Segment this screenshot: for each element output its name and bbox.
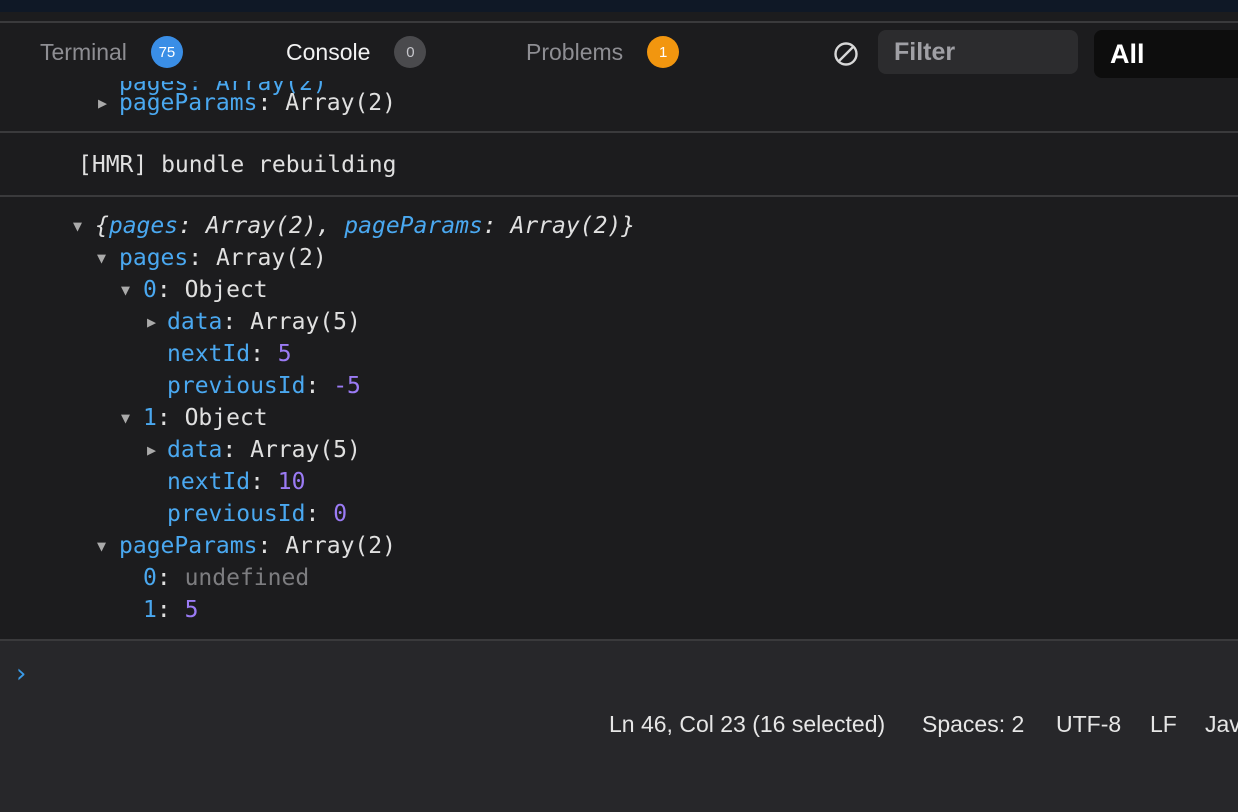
pages-item: 0: Object — [143, 277, 268, 303]
nextid-property: nextId: 5 — [167, 341, 292, 367]
log-separator — [0, 131, 1238, 133]
nextid-property: nextId: 10 — [167, 469, 306, 495]
collapse-arrow-icon[interactable]: ▼ — [97, 530, 106, 562]
previousid-property: previousId: -5 — [167, 373, 361, 399]
tab-problems[interactable]: Problems 1 — [526, 28, 680, 76]
object-summary: {pages: Array(2), pageParams: Array(2)} — [95, 213, 636, 239]
status-language-mode[interactable]: Jav — [1205, 711, 1238, 738]
console-input-area[interactable]: › Ln 46, Col 23 (16 selected) Spaces: 2 … — [0, 639, 1238, 812]
data-property: data: Array(5) — [167, 309, 361, 335]
status-line-ending[interactable]: LF — [1150, 711, 1177, 738]
collapse-arrow-icon[interactable]: ▼ — [121, 274, 130, 306]
status-indentation[interactable]: Spaces: 2 — [922, 711, 1024, 738]
collapse-arrow-icon[interactable]: ▼ — [73, 210, 82, 242]
log-level-select[interactable]: All — [1094, 30, 1238, 78]
prompt-chevron-icon: › — [16, 659, 27, 689]
console-output[interactable]: pages: Array(2) ▶ pageParams: Array(2) [… — [0, 81, 1238, 639]
log-separator — [0, 195, 1238, 197]
tab-terminal[interactable]: Terminal 75 — [40, 28, 183, 76]
pageparams-item: 1: 5 — [143, 597, 199, 623]
problems-count-badge: 1 — [647, 36, 680, 68]
console-count-badge: 0 — [394, 36, 427, 68]
console-entry-line: pageParams: Array(2) — [119, 90, 396, 116]
status-cursor-position[interactable]: Ln 46, Col 23 (16 selected) — [609, 711, 885, 738]
previousid-property: previousId: 0 — [167, 501, 348, 527]
expand-arrow-icon[interactable]: ▶ — [98, 87, 107, 119]
data-property: data: Array(5) — [167, 437, 361, 463]
clear-console-icon[interactable] — [832, 40, 860, 68]
tab-label: Problems — [526, 38, 624, 65]
pageparams-property: pageParams: Array(2) — [119, 533, 396, 559]
terminal-count-badge: 75 — [150, 36, 183, 68]
collapse-arrow-icon[interactable]: ▼ — [121, 402, 130, 434]
tab-console[interactable]: Console 0 — [286, 28, 427, 76]
tab-label: Console — [286, 38, 371, 65]
pages-property: pages: Array(2) — [119, 245, 327, 271]
tab-label: Terminal — [40, 38, 127, 65]
pages-item: 1: Object — [143, 405, 268, 431]
status-encoding[interactable]: UTF-8 — [1056, 711, 1121, 738]
hmr-log-message: [HMR] bundle rebuilding — [78, 152, 397, 178]
filter-input[interactable] — [878, 30, 1078, 74]
expand-arrow-icon[interactable]: ▶ — [147, 434, 156, 466]
window-top-strip — [0, 0, 1238, 12]
expand-arrow-icon[interactable]: ▶ — [147, 306, 156, 338]
pageparams-item: 0: undefined — [143, 565, 310, 591]
collapse-arrow-icon[interactable]: ▼ — [97, 242, 106, 274]
